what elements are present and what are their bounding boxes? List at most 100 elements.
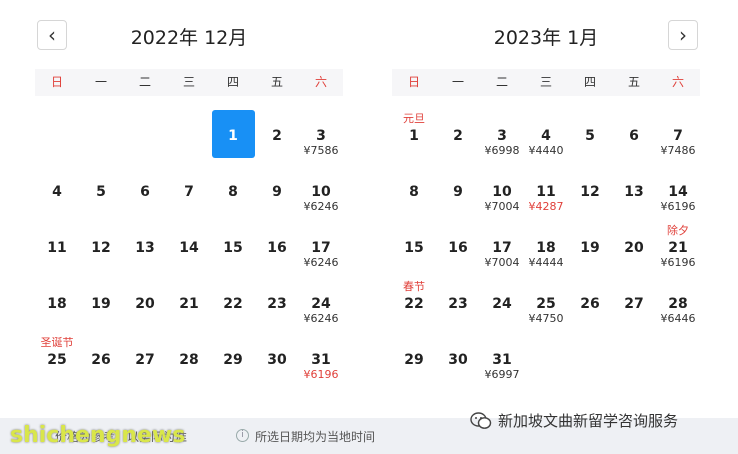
day-cell[interactable]: 26 xyxy=(79,334,123,390)
day-cell[interactable]: 5 xyxy=(79,166,123,222)
day-cell[interactable]: 14 xyxy=(167,222,211,278)
day-number: 26 xyxy=(580,296,600,312)
day-cell[interactable]: 27 xyxy=(612,278,656,334)
day-cell[interactable]: 20 xyxy=(612,222,656,278)
holiday-label: 元旦 xyxy=(403,112,425,125)
day-cell[interactable]: 21 xyxy=(167,278,211,334)
day-cell[interactable]: 4 xyxy=(35,166,79,222)
holiday-label: 圣诞节 xyxy=(40,336,74,349)
day-cell[interactable]: 9 xyxy=(255,166,299,222)
day-cell[interactable]: 25 ¥4750 xyxy=(524,278,568,334)
day-price: ¥6446 xyxy=(660,312,696,325)
day-cell[interactable]: 15 xyxy=(392,222,436,278)
watermark-logo-text: shichengnews xyxy=(10,423,186,448)
day-number: 10 xyxy=(492,184,512,200)
day-cell[interactable]: 5 xyxy=(568,110,612,166)
day-cell[interactable]: 10 ¥7004 xyxy=(480,166,524,222)
day-cell[interactable]: 16 xyxy=(255,222,299,278)
day-number: 30 xyxy=(267,352,287,368)
day-number: 2 xyxy=(453,128,463,144)
day-number: 6 xyxy=(140,184,150,200)
day-cell[interactable]: 19 xyxy=(568,222,612,278)
day-cell[interactable]: 30 xyxy=(436,334,480,390)
day-cell[interactable]: 31 ¥6196 xyxy=(299,334,343,390)
weekday-label: 三 xyxy=(182,75,195,89)
day-cell[interactable]: 18 ¥4444 xyxy=(524,222,568,278)
day-number: 1 xyxy=(228,128,238,144)
day-number: 3 xyxy=(316,128,326,144)
day-cell[interactable]: 元旦 1 xyxy=(392,110,436,166)
holiday-label: 春节 xyxy=(403,280,425,293)
day-cell[interactable]: 29 xyxy=(211,334,255,390)
day-cell[interactable]: 28 xyxy=(167,334,211,390)
day-number: 4 xyxy=(541,128,551,144)
day-number: 12 xyxy=(580,184,600,200)
day-cell[interactable]: 27 xyxy=(123,334,167,390)
day-cell[interactable]: 30 xyxy=(255,334,299,390)
day-number: 19 xyxy=(91,296,111,312)
day-cell[interactable]: 13 xyxy=(612,166,656,222)
day-cell[interactable]: 28 ¥6446 xyxy=(656,278,700,334)
day-cell[interactable]: 24 ¥6246 xyxy=(299,278,343,334)
day-price: ¥6196 xyxy=(303,368,339,381)
weekday-label: 一 xyxy=(451,75,464,89)
day-number: 16 xyxy=(448,240,468,256)
day-cell[interactable]: 8 xyxy=(211,166,255,222)
holiday-label: 除夕 xyxy=(667,224,689,237)
day-cell[interactable]: 15 xyxy=(211,222,255,278)
day-number: 12 xyxy=(91,240,111,256)
day-cell[interactable]: 17 ¥7004 xyxy=(480,222,524,278)
day-cell[interactable]: 31 ¥6997 xyxy=(480,334,524,390)
day-cell[interactable]: 6 xyxy=(612,110,656,166)
day-cell[interactable]: 圣诞节 25 xyxy=(35,334,79,390)
day-cell[interactable]: 7 xyxy=(167,166,211,222)
day-number: 14 xyxy=(668,184,688,200)
day-number: 22 xyxy=(223,296,243,312)
day-number: 8 xyxy=(409,184,419,200)
empty-cell xyxy=(167,110,211,166)
day-price: ¥4750 xyxy=(528,312,564,325)
day-cell[interactable]: 12 xyxy=(79,222,123,278)
day-cell[interactable]: 2 xyxy=(436,110,480,166)
day-cell[interactable]: 23 xyxy=(436,278,480,334)
day-cell[interactable]: 19 xyxy=(79,278,123,334)
day-cell[interactable]: 23 xyxy=(255,278,299,334)
day-cell[interactable]: 22 xyxy=(211,278,255,334)
day-number: 21 xyxy=(668,240,688,256)
watermark-account-name: 新加坡文曲新留学咨询服务 xyxy=(498,412,679,430)
day-cell[interactable]: 11 xyxy=(35,222,79,278)
info-icon: i xyxy=(236,429,249,442)
day-number: 5 xyxy=(96,184,106,200)
day-cell[interactable]: 24 xyxy=(480,278,524,334)
day-cell[interactable]: 14 ¥6196 xyxy=(656,166,700,222)
day-cell[interactable]: 11 ¥4287 xyxy=(524,166,568,222)
day-number: 3 xyxy=(497,128,507,144)
day-number: 29 xyxy=(223,352,243,368)
day-cell[interactable]: 7 ¥7486 xyxy=(656,110,700,166)
day-cell[interactable]: 4 ¥4440 xyxy=(524,110,568,166)
day-number: 24 xyxy=(492,296,512,312)
day-price: ¥6246 xyxy=(303,200,339,213)
day-cell[interactable]: 20 xyxy=(123,278,167,334)
day-number: 16 xyxy=(267,240,287,256)
day-number: 27 xyxy=(135,352,155,368)
day-cell[interactable]: 13 xyxy=(123,222,167,278)
day-cell[interactable]: 10 ¥6246 xyxy=(299,166,343,222)
day-cell[interactable]: 除夕 21 ¥6196 xyxy=(656,222,700,278)
day-cell[interactable]: 3 ¥6998 xyxy=(480,110,524,166)
day-cell[interactable]: 16 xyxy=(436,222,480,278)
day-cell[interactable]: 春节 22 xyxy=(392,278,436,334)
day-cell[interactable]: 8 xyxy=(392,166,436,222)
day-number: 31 xyxy=(311,352,331,368)
day-cell[interactable]: 2 xyxy=(255,110,299,166)
day-number: 21 xyxy=(179,296,199,312)
day-cell[interactable]: 12 xyxy=(568,166,612,222)
day-cell[interactable]: 29 xyxy=(392,334,436,390)
day-cell[interactable]: 26 xyxy=(568,278,612,334)
day-cell[interactable]: 3 ¥7586 xyxy=(299,110,343,166)
day-cell[interactable]: 18 xyxy=(35,278,79,334)
day-cell[interactable]: 17 ¥6246 xyxy=(299,222,343,278)
day-cell[interactable]: 6 xyxy=(123,166,167,222)
day-cell[interactable]: 1 xyxy=(211,110,255,166)
day-cell[interactable]: 9 xyxy=(436,166,480,222)
